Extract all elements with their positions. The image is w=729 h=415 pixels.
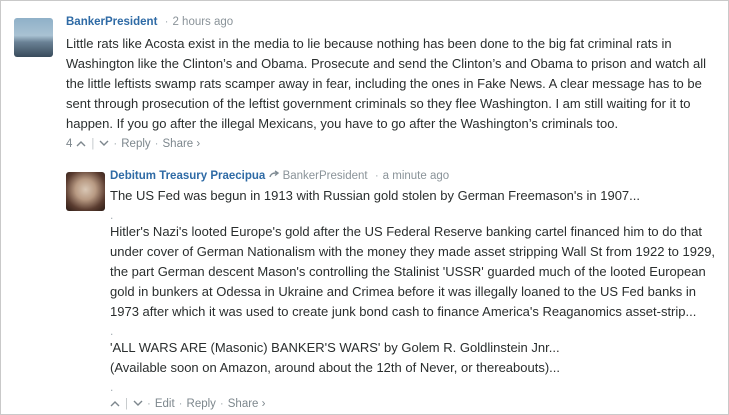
chevron-up-icon[interactable] <box>110 399 120 410</box>
separator-dot: · <box>154 138 159 150</box>
author-name[interactable]: BankerPresident <box>66 16 157 28</box>
comment-actions: 4 | · Reply · Share › <box>66 138 716 150</box>
author-name[interactable]: Debitum Treasury Praecipua <box>110 170 265 182</box>
divider: | <box>91 138 95 150</box>
comment-spacer: . <box>110 208 114 222</box>
comment-header: Debitum Treasury Praecipua BankerPreside… <box>110 167 724 185</box>
comment-time[interactable]: 2 hours ago <box>172 16 233 28</box>
comment-time[interactable]: a minute ago <box>383 170 450 182</box>
reply-button[interactable]: Reply <box>121 138 150 150</box>
separator-dot: · <box>113 138 118 150</box>
comment-paragraph: Hitler's Nazi's looted Europe's gold aft… <box>110 224 716 319</box>
avatar[interactable] <box>66 172 105 211</box>
comment-paragraph: The US Fed was begun in 1913 with Russia… <box>110 188 640 203</box>
separator-dot: · <box>178 398 183 410</box>
comment-thread: BankerPresident · 2 hours ago Little rats… <box>0 0 729 415</box>
edit-button[interactable]: Edit <box>155 398 175 410</box>
comment-spacer: . <box>110 324 114 338</box>
comment-text: The US Fed was begun in 1913 with Russia… <box>110 186 724 394</box>
share-button[interactable]: Share › <box>228 398 266 410</box>
comment-body: BankerPresident · 2 hours ago Little rats… <box>66 13 716 150</box>
comment-paragraph: 'ALL WARS ARE (Masonic) BANKER'S WARS' b… <box>110 340 560 355</box>
separator-dot: · <box>374 170 379 182</box>
comment-body: Debitum Treasury Praecipua BankerPreside… <box>110 167 724 410</box>
divider: | <box>125 398 128 410</box>
comment-paragraph: (Available soon on Amazon, around about … <box>110 360 560 375</box>
chevron-down-icon[interactable] <box>99 139 109 150</box>
separator-dot: · <box>147 398 151 410</box>
reply-button[interactable]: Reply <box>187 398 216 410</box>
comment-header: BankerPresident · 2 hours ago <box>66 13 716 31</box>
share-button[interactable]: Share › <box>163 138 201 150</box>
chevron-up-icon[interactable] <box>76 139 86 150</box>
separator-dot: · <box>164 16 169 28</box>
vote-count: 4 <box>66 138 73 150</box>
avatar[interactable] <box>14 18 53 57</box>
comment-spacer: . <box>110 380 114 394</box>
reply-to-author[interactable]: BankerPresident <box>283 170 368 182</box>
chevron-down-icon[interactable] <box>133 399 143 410</box>
comment-actions: | · Edit · Reply · Share › <box>110 398 724 410</box>
separator-dot: · <box>219 398 224 410</box>
comment-paragraph: Little rats like Acosta exist in the med… <box>66 36 707 131</box>
comment-text: Little rats like Acosta exist in the med… <box>66 34 716 134</box>
reply-arrow-icon <box>268 170 283 182</box>
